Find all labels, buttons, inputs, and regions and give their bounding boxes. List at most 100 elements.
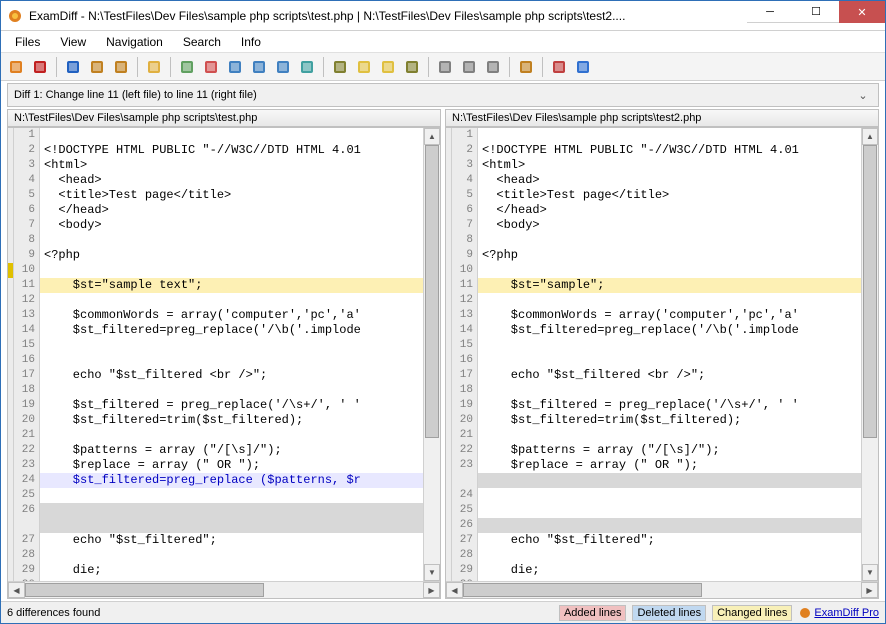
scroll-thumb[interactable] — [463, 583, 702, 597]
info-icon[interactable] — [572, 56, 594, 78]
first-diff-icon[interactable] — [329, 56, 351, 78]
code-line[interactable]: 30 — [8, 578, 423, 581]
side-by-side-icon[interactable] — [224, 56, 246, 78]
code-line[interactable]: 20 $st_filtered=trim($st_filtered); — [446, 413, 861, 428]
code-line[interactable]: 17 echo "$st_filtered <br />"; — [8, 368, 423, 383]
code-line[interactable]: 18 — [446, 383, 861, 398]
scroll-left-icon[interactable]: ◀ — [8, 582, 25, 598]
vertical-panes-icon[interactable] — [272, 56, 294, 78]
code-line[interactable]: 15 — [446, 338, 861, 353]
table-icon[interactable] — [296, 56, 318, 78]
code-line[interactable]: 13 $commonWords = array('computer','pc',… — [446, 308, 861, 323]
prev-diff-icon[interactable] — [353, 56, 375, 78]
find-prev-icon[interactable] — [458, 56, 480, 78]
code-line[interactable]: 14 $st_filtered=preg_replace('/\b('.impl… — [8, 323, 423, 338]
maximize-button[interactable]: ☐ — [793, 1, 839, 23]
code-line[interactable]: 1 — [8, 128, 423, 143]
code-line[interactable]: 24 $st_filtered=preg_replace ($patterns,… — [8, 473, 423, 488]
folder-icon[interactable] — [143, 56, 165, 78]
exit-icon[interactable] — [548, 56, 570, 78]
code-line[interactable]: 6 </head> — [8, 203, 423, 218]
code-line[interactable]: 27 echo "$st_filtered"; — [8, 533, 423, 548]
code-line[interactable] — [446, 473, 861, 488]
code-line[interactable]: 8 — [8, 233, 423, 248]
code-line[interactable]: 25 — [8, 488, 423, 503]
code-line[interactable]: 10 — [446, 263, 861, 278]
code-line[interactable]: 25 — [446, 503, 861, 518]
code-line[interactable]: 11 $st="sample"; — [446, 278, 861, 293]
code-line[interactable]: 3<html> — [446, 158, 861, 173]
right-code-area[interactable]: 12<!DOCTYPE HTML PUBLIC "-//W3C//DTD HTM… — [446, 128, 861, 581]
code-line[interactable]: 22 $patterns = array ("/[\s]/"); — [446, 443, 861, 458]
code-line[interactable]: 19 $st_filtered = preg_replace('/\s+/', … — [446, 398, 861, 413]
code-line[interactable]: 5 <title>Test page</title> — [8, 188, 423, 203]
scroll-thumb[interactable] — [425, 145, 439, 438]
code-line[interactable]: 7 <body> — [8, 218, 423, 233]
code-line[interactable]: 26 — [446, 518, 861, 533]
code-line[interactable]: 13 $commonWords = array('computer','pc',… — [8, 308, 423, 323]
find-icon[interactable] — [434, 56, 456, 78]
options-icon[interactable] — [515, 56, 537, 78]
apple-icon[interactable] — [5, 56, 27, 78]
code-line[interactable]: 16 — [446, 353, 861, 368]
single-pane-icon[interactable] — [176, 56, 198, 78]
code-line[interactable]: 19 $st_filtered = preg_replace('/\s+/', … — [8, 398, 423, 413]
scroll-thumb[interactable] — [25, 583, 264, 597]
right-scrollbar-vertical[interactable]: ▲ ▼ — [861, 128, 878, 581]
minimize-button[interactable]: ─ — [747, 1, 793, 23]
code-line[interactable] — [8, 518, 423, 533]
code-line[interactable]: 17 echo "$st_filtered <br />"; — [446, 368, 861, 383]
code-line[interactable]: 10 — [8, 263, 423, 278]
code-line[interactable]: 9<?php — [446, 248, 861, 263]
code-line[interactable]: 7 <body> — [446, 218, 861, 233]
examdiff-pro-link[interactable]: ExamDiff Pro — [798, 606, 879, 620]
left-scrollbar-vertical[interactable]: ▲ ▼ — [423, 128, 440, 581]
diff-selector[interactable]: Diff 1: Change line 11 (left file) to li… — [7, 83, 879, 107]
code-line[interactable]: 18 — [8, 383, 423, 398]
code-line[interactable]: 23 $replace = array (" OR "); — [446, 458, 861, 473]
horizontal-panes-icon[interactable] — [248, 56, 270, 78]
code-line[interactable]: 16 — [8, 353, 423, 368]
scroll-right-icon[interactable]: ▶ — [423, 582, 440, 598]
code-line[interactable]: 24 — [446, 488, 861, 503]
code-line[interactable]: 21 — [8, 428, 423, 443]
code-line[interactable]: 5 <title>Test page</title> — [446, 188, 861, 203]
code-line[interactable]: 26 — [8, 503, 423, 518]
scroll-down-icon[interactable]: ▼ — [862, 564, 878, 581]
right-scrollbar-horizontal[interactable]: ◀ ▶ — [446, 581, 878, 598]
code-line[interactable]: 2<!DOCTYPE HTML PUBLIC "-//W3C//DTD HTML… — [446, 143, 861, 158]
code-line[interactable]: 4 <head> — [446, 173, 861, 188]
code-line[interactable]: 8 — [446, 233, 861, 248]
code-line[interactable]: 28 — [8, 548, 423, 563]
menu-info[interactable]: Info — [231, 33, 271, 51]
code-line[interactable]: 21 — [446, 428, 861, 443]
code-line[interactable]: 3<html> — [8, 158, 423, 173]
code-line[interactable]: 27 echo "$st_filtered"; — [446, 533, 861, 548]
code-line[interactable]: 2<!DOCTYPE HTML PUBLIC "-//W3C//DTD HTML… — [8, 143, 423, 158]
code-line[interactable]: 11 $st="sample text"; — [8, 278, 423, 293]
code-line[interactable]: 29 die; — [446, 563, 861, 578]
find-next-icon[interactable] — [482, 56, 504, 78]
code-line[interactable]: 14 $st_filtered=preg_replace('/\b('.impl… — [446, 323, 861, 338]
code-line[interactable]: 23 $replace = array (" OR "); — [8, 458, 423, 473]
last-diff-icon[interactable] — [401, 56, 423, 78]
code-line[interactable]: 22 $patterns = array ("/[\s]/"); — [8, 443, 423, 458]
menu-view[interactable]: View — [50, 33, 96, 51]
code-line[interactable]: 20 $st_filtered=trim($st_filtered); — [8, 413, 423, 428]
code-line[interactable]: 1 — [446, 128, 861, 143]
swap-panes-icon[interactable] — [200, 56, 222, 78]
code-line[interactable]: 9<?php — [8, 248, 423, 263]
edit-left-icon[interactable] — [86, 56, 108, 78]
chevron-down-icon[interactable]: ⌄ — [854, 89, 872, 102]
code-line[interactable]: 29 die; — [8, 563, 423, 578]
menu-search[interactable]: Search — [173, 33, 231, 51]
code-line[interactable]: 28 — [446, 548, 861, 563]
left-scrollbar-horizontal[interactable]: ◀ ▶ — [8, 581, 440, 598]
left-code-area[interactable]: 12<!DOCTYPE HTML PUBLIC "-//W3C//DTD HTM… — [8, 128, 423, 581]
scroll-down-icon[interactable]: ▼ — [424, 564, 440, 581]
code-line[interactable]: 12 — [8, 293, 423, 308]
code-line[interactable]: 6 </head> — [446, 203, 861, 218]
cherries-icon[interactable] — [29, 56, 51, 78]
scroll-left-icon[interactable]: ◀ — [446, 582, 463, 598]
scroll-up-icon[interactable]: ▲ — [862, 128, 878, 145]
